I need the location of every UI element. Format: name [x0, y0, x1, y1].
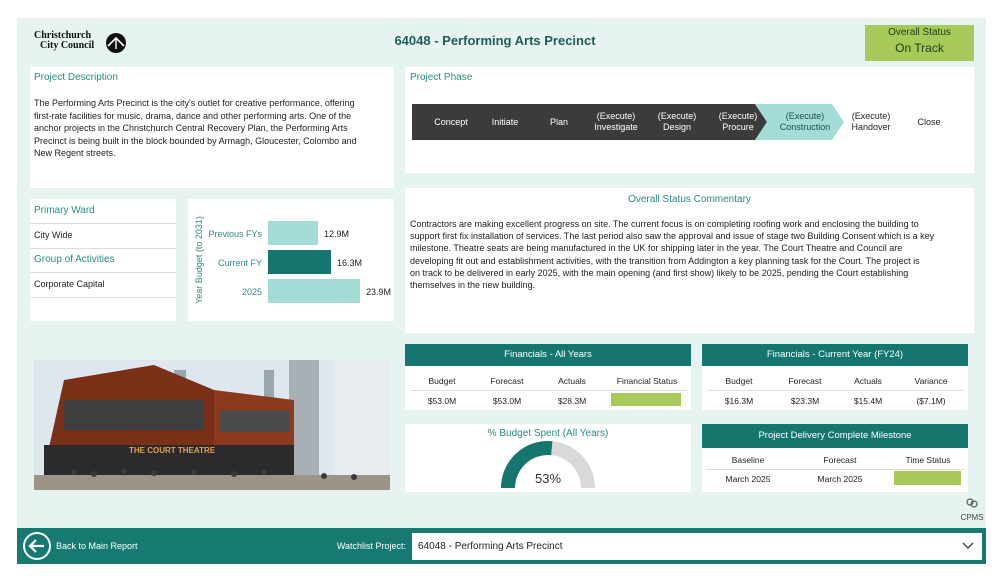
phase-initiate: Initiate [491, 117, 519, 127]
fin-current-header-budget: Budget [725, 376, 753, 386]
bar-value-label: 12.9M [324, 229, 350, 239]
back-to-main-report-link[interactable]: Back to Main Report [56, 541, 138, 551]
back-button[interactable] [22, 531, 52, 561]
commentary-line: themselves in the new building. [410, 280, 536, 291]
milestone-panel: Project Delivery Complete Milestone Base… [702, 424, 968, 492]
bar-value-label: 16.3M [337, 258, 363, 268]
fin-all-header-status: Financial Status [616, 376, 678, 386]
bar-category-label: Current FY [217, 258, 262, 268]
project-description-title: Project Description [34, 72, 118, 83]
bar-category-label: Previous FYs [208, 229, 262, 239]
chart-bar-area: Previous FYs 12.9M Current FY 16.3M 2025 23.9… [188, 199, 394, 321]
bar-value-label: 23.9M [366, 287, 392, 297]
primary-ward-value: City Wide [34, 230, 73, 240]
cpms-link[interactable]: CPMS [959, 497, 985, 525]
financials-all-years-panel: Financials - All Years Budget Forecast A… [405, 344, 691, 410]
phase-chevron-bar: Concept Initiate Plan (Execute) Investiga… [412, 104, 952, 140]
milestone-baseline: March 2025 [725, 474, 771, 484]
ward-panel: Primary Ward City Wide Group of Activiti… [30, 199, 176, 321]
theatre-sign: THE COURT THEATRE [129, 446, 216, 455]
fin-current-header-actuals: Actuals [854, 376, 882, 386]
page-title: 64048 - Performing Arts Precinct [394, 33, 596, 48]
fin-current-forecast: $23.3M [790, 396, 820, 406]
time-status-indicator [894, 471, 961, 485]
bar-category-label: 2025 [241, 287, 262, 297]
fin-current-header-variance: Variance [914, 376, 948, 386]
budget-bar [268, 279, 360, 303]
phase-handover: (Execute) Handover [851, 111, 891, 132]
commentary-line: support first fix installation of servic… [410, 231, 935, 242]
fin-current-budget: $16.3M [724, 396, 754, 406]
fin-all-header-forecast: Forecast [490, 376, 524, 386]
phase-plan: Plan [549, 117, 568, 127]
building-illustration [34, 360, 390, 490]
fin-all-actuals: $28.3M [557, 396, 587, 406]
milestone-title: Project Delivery Complete Milestone [702, 424, 968, 448]
cpms-label: CPMS [960, 513, 984, 522]
fin-current-variance: ($7.1M) [916, 396, 946, 406]
financials-current-year-title: Financials - Current Year (FY24) [702, 344, 968, 366]
fin-all-budget: $53.0M [427, 396, 457, 406]
budget-bar [268, 250, 331, 274]
phase-close: Close [917, 117, 941, 127]
chevron-down-icon [962, 542, 974, 549]
status-label: Overall Status [888, 27, 951, 38]
commentary-text: Contractors are making excellent progres… [410, 218, 972, 291]
description-line: The Performing Arts Precinct is the city… [34, 98, 355, 108]
project-image: THE COURT THEATRE [34, 360, 390, 490]
link-icon [966, 498, 978, 508]
phase-investigate: (Execute) Investigate [594, 111, 638, 132]
commentary-title: Overall Status Commentary [628, 194, 751, 205]
financials-all-years-title: Financials - All Years [405, 344, 691, 366]
phase-design: (Execute) Design [657, 111, 697, 132]
commentary-line: on track to be delivered in early 2025, … [410, 267, 909, 278]
milestone-header-forecast: Forecast [823, 455, 857, 465]
watchlist-project-dropdown[interactable]: 64048 - Performing Arts Precinct [412, 533, 982, 560]
council-logo-icon [106, 33, 126, 53]
budget-spent-panel: % Budget Spent (All Years) 53% [405, 424, 691, 492]
financial-status-indicator [611, 393, 681, 406]
budget-spent-title: % Budget Spent (All Years) [487, 428, 609, 439]
fin-all-forecast: $53.0M [492, 396, 522, 406]
commentary-panel: Overall Status Commentary Contractors ar… [405, 188, 974, 333]
watchlist-label: Watchlist Project: [336, 541, 406, 551]
overall-status-badge: Overall Status On Track [865, 25, 974, 61]
group-of-activities-label: Group of Activities [34, 254, 115, 265]
group-of-activities-value: Corporate Capital [34, 279, 105, 289]
milestone-forecast: March 2025 [817, 474, 863, 484]
back-arrow-icon [23, 532, 51, 560]
phase-concept: Concept [434, 117, 468, 127]
description-line: New Regent streets. [34, 148, 116, 159]
fin-all-header-actuals: Actuals [558, 376, 586, 386]
description-line: Precinct is being built in the block bou… [34, 135, 357, 146]
fin-current-header-forecast: Forecast [788, 376, 822, 386]
year-budget-chart-panel: Year Budget (to 2031) Previous FYs 12.9M C… [188, 199, 394, 321]
project-description-panel: Project Description The Performing Arts … [30, 67, 394, 188]
description-line: first-rate facilities for music, drama, … [34, 110, 352, 121]
fin-all-header-budget: Budget [428, 376, 456, 386]
fin-current-actuals: $15.4M [853, 396, 883, 406]
milestone-header-baseline: Baseline [731, 455, 765, 465]
council-logo: Christchurch City Council [34, 31, 129, 56]
budget-bar [268, 221, 318, 245]
watchlist-selected-value: 64048 - Performing Arts Precinct [418, 541, 563, 552]
phase-construction: (Execute) Construction [779, 111, 831, 132]
financials-current-year-panel: Financials - Current Year (FY24) Budget … [702, 344, 968, 410]
commentary-line: developing fit out and establishment act… [410, 255, 920, 266]
commentary-line: Contractors are making excellent progres… [410, 219, 919, 229]
project-phase-title: Project Phase [410, 72, 473, 83]
primary-ward-label: Primary Ward [34, 205, 95, 216]
commentary-line: milestone. Theatre seats are being manuf… [410, 243, 903, 254]
phase-procure: (Execute) Procure [718, 111, 758, 132]
budget-spent-value: 53% [534, 471, 562, 486]
milestone-header-time-status: Time Status [905, 455, 951, 465]
description-line: anchor projects in the Christchurch Cent… [34, 123, 348, 134]
project-description-text: The Performing Arts Precinct is the city… [34, 97, 390, 160]
status-value: On Track [895, 41, 944, 55]
